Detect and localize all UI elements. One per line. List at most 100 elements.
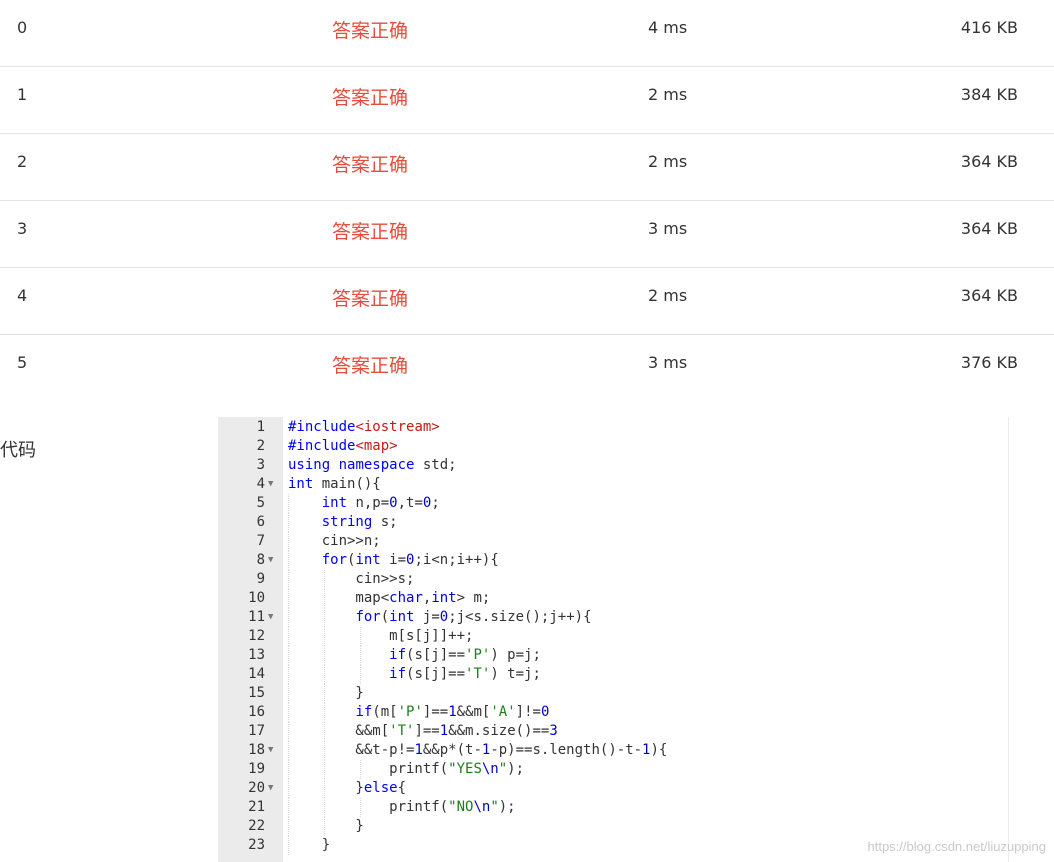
code-line: 20 ▼ }else{: [218, 779, 1008, 798]
line-number: 4: [256, 476, 265, 492]
fold-arrow-icon[interactable]: ▼: [268, 741, 273, 760]
code-line: 16 if(m['P']==1&&m['A']!=0: [218, 703, 1008, 722]
result-row: 2 答案正确 2 ms 364 KB: [0, 134, 1054, 201]
code-text: &&t-p!=1&&p*(t-1-p)==s.length()-t-1){: [288, 742, 668, 758]
code-line: 7 cin>>n;: [218, 532, 1008, 551]
results-table: 0 答案正确 4 ms 416 KB 1 答案正确 2 ms 384 KB 2 答案正确 2 ms 3…: [0, 0, 1054, 401]
time-value: 2 ms: [648, 85, 688, 104]
code-line: 6 string s;: [218, 513, 1008, 532]
line-number: 3: [256, 457, 265, 473]
line-number: 20: [248, 780, 265, 796]
code-text: if(m['P']==1&&m['A']!=0: [355, 704, 550, 720]
code-line: 12 m[s[j]]++;: [218, 627, 1008, 646]
line-number: 13: [248, 647, 265, 663]
time-value: 2 ms: [648, 152, 688, 171]
line-number: 21: [248, 799, 265, 815]
fold-arrow-icon[interactable]: ▼: [268, 551, 273, 570]
result-row: 1 答案正确 2 ms 384 KB: [0, 67, 1054, 134]
code-line: 11 ▼ for(int j=0;j<s.size();j++){: [218, 608, 1008, 627]
case-id: 5: [17, 353, 28, 372]
line-number: 10: [248, 590, 265, 606]
fold-arrow-icon[interactable]: ▼: [268, 608, 273, 627]
memory-value: 384 KB: [960, 85, 1018, 104]
code-text: int main(){: [288, 476, 381, 492]
code-text: map<char,int> m;: [288, 590, 491, 606]
memory-value: 416 KB: [960, 18, 1018, 37]
code-line: 1 #include<iostream>: [218, 418, 1008, 437]
time-value: 2 ms: [648, 286, 688, 305]
case-id: 2: [17, 152, 28, 171]
result-row: 3 答案正确 3 ms 364 KB: [0, 201, 1054, 268]
memory-value: 376 KB: [960, 353, 1018, 372]
code-line: 3 using namespace std;: [218, 456, 1008, 475]
code-text: printf("NO\n");: [288, 799, 516, 815]
result-row: 0 答案正确 4 ms 416 KB: [0, 0, 1054, 67]
code-text: #include<map>: [288, 438, 398, 454]
code-text: }else{: [288, 780, 407, 796]
memory-value: 364 KB: [960, 219, 1018, 238]
line-number: 22: [248, 818, 265, 834]
fold-arrow-icon[interactable]: ▼: [268, 475, 273, 494]
time-value: 3 ms: [648, 353, 688, 372]
code-line: 17 &&m['T']==1&&m.size()==3: [218, 722, 1008, 741]
result-row: 4 答案正确 2 ms 364 KB: [0, 268, 1054, 335]
code-line: 21 printf("NO\n");: [218, 798, 1008, 817]
status-text: 答案正确: [332, 221, 409, 243]
fold-arrow-icon[interactable]: ▼: [268, 779, 273, 798]
code-text: if(s[j]=='T') t=j;: [389, 666, 541, 682]
case-id: 4: [17, 286, 28, 305]
code-line: 10 map<char,int> m;: [218, 589, 1008, 608]
status-text: 答案正确: [332, 288, 409, 310]
code-text: cin>>n;: [288, 533, 381, 549]
line-number: 7: [256, 533, 265, 549]
line-number: 8: [256, 552, 265, 568]
code-text: }: [288, 837, 331, 853]
code-line: 18 ▼ &&t-p!=1&&p*(t-1-p)==s.length()-t-1)…: [218, 741, 1008, 760]
code-line: 2 #include<map>: [218, 437, 1008, 456]
code-line: 9 cin>>s;: [218, 570, 1008, 589]
line-number: 18: [248, 742, 265, 758]
memory-value: 364 KB: [960, 152, 1018, 171]
line-number: 9: [256, 571, 265, 587]
line-number: 5: [256, 495, 265, 511]
line-number: 12: [248, 628, 265, 644]
status-text: 答案正确: [332, 355, 409, 377]
code-line: 8 ▼ for(int i=0;i<n;i++){: [218, 551, 1008, 570]
code-text: using namespace std;: [288, 457, 457, 473]
case-id: 1: [17, 85, 28, 104]
status-text: 答案正确: [332, 87, 409, 109]
code-editor[interactable]: 1 #include<iostream> 2 #include<map> 3 using …: [218, 417, 1009, 862]
status-text: 答案正确: [332, 154, 409, 176]
code-line: 19 printf("YES\n");: [218, 760, 1008, 779]
line-number: 23: [248, 837, 265, 853]
line-number: 11: [248, 609, 265, 625]
status-text: 答案正确: [332, 20, 409, 42]
time-value: 4 ms: [648, 18, 688, 37]
line-number: 1: [256, 419, 265, 435]
code-section-label: 代码: [0, 440, 36, 461]
result-row: 5 答案正确 3 ms 376 KB: [0, 335, 1054, 401]
code-line: 13 if(s[j]=='P') p=j;: [218, 646, 1008, 665]
code-text: for(int i=0;i<n;i++){: [321, 552, 499, 568]
line-number: 14: [248, 666, 265, 682]
line-number: 19: [248, 761, 265, 777]
code-text: #include<iostream>: [288, 419, 440, 435]
code-line: 22 }: [218, 817, 1008, 836]
code-text: cin>>s;: [288, 571, 415, 587]
watermark: https://blog.csdn.net/liuzupping: [867, 839, 1046, 854]
code-text: int n,p=0,t=0;: [321, 495, 440, 511]
code-text: for(int j=0;j<s.size();j++){: [355, 609, 592, 625]
code-text: printf("YES\n");: [288, 761, 525, 777]
code-text: if(s[j]=='P') p=j;: [389, 647, 541, 663]
memory-value: 364 KB: [960, 286, 1018, 305]
code-text: string s;: [321, 514, 398, 530]
code-line: 15 }: [218, 684, 1008, 703]
time-value: 3 ms: [648, 219, 688, 238]
line-number: 15: [248, 685, 265, 701]
code-text: m[s[j]]++;: [288, 628, 474, 644]
code-line: 5 int n,p=0,t=0;: [218, 494, 1008, 513]
code-lines: 1 #include<iostream> 2 #include<map> 3 using …: [218, 417, 1008, 855]
line-number: 16: [248, 704, 265, 720]
code-text: }: [288, 818, 364, 834]
line-number: 2: [256, 438, 265, 454]
